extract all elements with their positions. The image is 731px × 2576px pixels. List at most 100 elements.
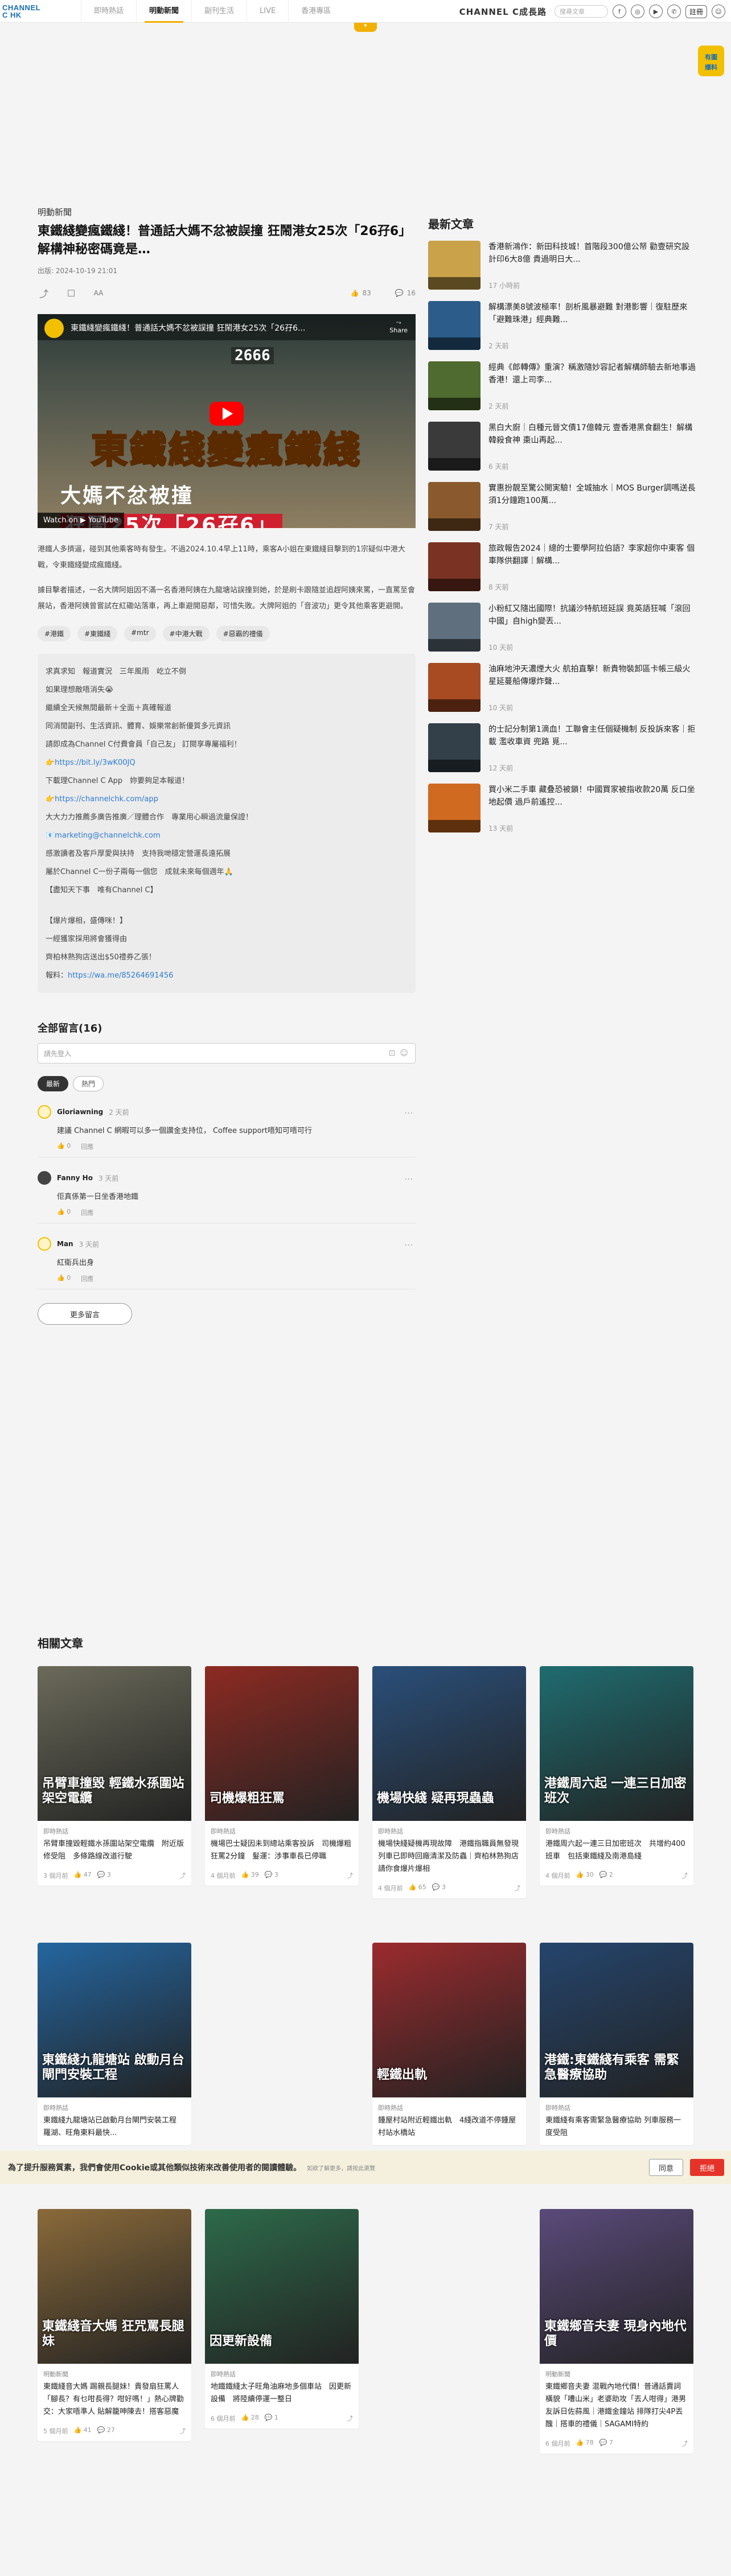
reply-button[interactable]: 回應 [81,1142,93,1151]
comment-user[interactable]: Fanny Ho [57,1174,93,1182]
latest-thumbnail[interactable] [428,482,481,531]
share-icon[interactable]: ⤴ [681,1871,688,1880]
comment-like-button[interactable]: 👍 0 [57,1274,71,1283]
related-article-title[interactable]: 吊臂車撞毀輕鐵水孫圍站架空電纜 附近版修受阻 多條路線改道行駛 [43,1838,186,1863]
comment-input[interactable]: 請先登入 ⊡ ☺ [38,1043,416,1064]
sort-popular[interactable]: 熱門 [73,1076,104,1091]
latest-thumbnail[interactable] [428,241,481,290]
latest-article-item[interactable]: 旅政報告2024｜總的士要學阿拉伯語？李家超你中東客 個車隊供翻譯｜解構... 8… [428,542,696,603]
facebook-icon[interactable]: f [612,5,626,18]
related-article-title[interactable]: 東鐵綫音大媽 踢親長腿妹！貴發扇狂罵人「腳長？有乜咁長得？咁好嗎！」熱心牌勸交：… [43,2381,186,2418]
comment-user[interactable]: Man [57,1240,73,1248]
tab-live[interactable]: LIVE [247,0,288,23]
related-image[interactable]: 港鐵周六起 一連三日加密班次 [540,1666,693,1821]
related-image[interactable]: 司機爆粗狂罵 [205,1666,359,1821]
related-section[interactable]: 即時熱話 [43,1827,186,1836]
related-section[interactable]: 即時熱話 [545,1827,688,1836]
register-button[interactable]: 註冊 [685,5,707,18]
latest-title[interactable]: 的士記分制第1滴血！工聯會主任個疑機制 反投訴來客｜拒載 濫收車資 兜路 覓..… [488,723,696,761]
related-card[interactable]: 東鐵綫音大媽 狂咒罵長腿妹 明動新聞 東鐵綫音大媽 踢親長腿妹！貴發扇狂罵人「腳長？… [38,2209,191,2441]
avatar[interactable] [38,1237,51,1251]
tab-hk-zone[interactable]: 香港專區 [288,0,343,23]
latest-thumbnail[interactable] [428,361,481,410]
related-section[interactable]: 即時熱話 [211,2369,353,2379]
whatsapp-tip-link[interactable]: https://wa.me/85264691456 [68,971,173,980]
related-section[interactable]: 即時熱話 [378,2103,520,2112]
related-card[interactable]: 港鐵周六起 一連三日加密班次即時熱話港鐵周六起一連三日加密班次 共增約400班車… [540,1666,693,1886]
latest-title[interactable]: 實惠扮靚至驚公開実驗！全城抽水｜MOS Burger調嗎送長 須1分鐘跑100萬… [488,482,696,520]
watch-on-youtube[interactable]: Watch on ▶ YouTube [38,513,124,528]
related-article-title[interactable]: 地鐵鐵綫太子旺角油麻地多個車站 因更新設備 將陸續停運一整日 [211,2381,353,2406]
more-options-icon[interactable]: ⋯ [404,1107,413,1118]
related-article-title[interactable]: 港鐵周六起一連三日加密班次 共增約400班車 包括東鐵綫及南港島綫 [545,1838,688,1863]
related-card[interactable]: 東鐵綫九龍塘站 啟動月台閘門安裝工程 即時熱話 東鐵綫九龍塘站已啟動月台閘門安裝工程… [38,1943,191,2145]
article-section[interactable]: 明動新聞 [38,206,416,218]
related-article-title[interactable]: 機場快綫疑機再現故障 港鐵指職員無發現 列車已即時回廠清潔及防蟲｜齊柏林熟狗店請… [378,1838,526,1876]
latest-title[interactable]: 解構漂美8號波極率！剖析風暴避難 對港影響｜復駐歷來「避難珠港」經典難... [488,301,696,339]
video-title[interactable]: 東鐵綫變瘋鐵綫！普通話大媽不忿被誤撞 狂鬧港女25次「26孖6... [71,324,305,333]
latest-article-item[interactable]: 解構漂美8號波極率！剖析風暴避難 對港影響｜復駐歷來「避難珠港」經典難... 2 … [428,301,696,361]
latest-title[interactable]: 黑白大廚｜白種元晉文債17億韓元 壹香港黑食翻生！解構韓殺食神 棗山再起... [488,422,696,459]
more-options-icon[interactable]: ⋯ [404,1239,413,1250]
related-card[interactable]: 機場快綫 疑再現蟲蟲 即時熱話 機場快綫疑機再現故障 港鐵指職員無發現 列車已即時回… [372,1666,526,1898]
related-image[interactable]: 東鐵綫音大媽 狂咒罵長腿妹 [38,2209,191,2364]
tag[interactable]: #中港大戰 [162,626,210,641]
related-image[interactable]: 輕鐵出軌 [372,1943,526,2097]
video-player[interactable]: 東鐵綫變瘋鐵綫！普通話大媽不忿被誤撞 狂鬧港女25次「26孖6... ⤳ Shar… [38,314,416,528]
youtube-icon[interactable]: ▶ [648,5,663,18]
membership-link[interactable]: 👉https://bit.ly/3wK00JQ [46,754,408,772]
channel-avatar[interactable] [44,319,64,338]
latest-article-item[interactable]: 油麻地沖天濃煙大火 航拍直擊！新貴物裝卸區卡帳三級火 星延蔓船傳爆炸聲... 10… [428,663,696,723]
related-card[interactable]: 司機爆粗狂罵 即時熱話 機場巴士疑因未到總站乘客投訴 司機爆粗狂罵2分鐘 髮運：涉事… [205,1666,359,1886]
like-icon[interactable]: 👍 [351,289,359,297]
related-section[interactable]: 即時熱話 [545,2103,688,2112]
comment-like-button[interactable]: 👍 0 [57,1208,71,1217]
user-icon[interactable]: ☺ [712,5,725,18]
latest-article-item[interactable]: 經典《郎轉傳》重演？稱激隨妙容記者解構師驗去新地事過香港！還上司李... 2 天前 [428,361,696,422]
instagram-icon[interactable]: ◎ [630,5,644,18]
sort-latest[interactable]: 最新 [38,1076,69,1091]
tab-news[interactable]: 明動新聞 [136,0,191,23]
comment-user[interactable]: Gloriawning [57,1108,103,1116]
reply-button[interactable]: 回應 [81,1208,93,1217]
related-image[interactable]: 吊臂車撞毀 輕鐵水孫圍站架空電纜 [38,1666,191,1821]
latest-thumbnail[interactable] [428,784,481,832]
latest-article-item[interactable]: 香港新鴻作：新田科技城！首階段300億公帑 勸壹研究設計印6大8億 貴過明日大.… [428,241,696,301]
latest-article-item[interactable]: 黑白大廚｜白種元晉文債17億韓元 壹香港黑食翻生！解構韓殺食神 棗山再起... 6… [428,422,696,482]
latest-article-item[interactable]: 小粉紅又隨出國際！抗議沙特航班延誤 竟英語狂喊「滾回中國」自high變丟... 1… [428,603,696,663]
tipoff-badge[interactable]: 有圖 爆料 [696,41,726,81]
latest-thumbnail[interactable] [428,663,481,712]
tag[interactable]: #東鐵綫 [77,626,118,641]
share-icon[interactable]: ⤴ [179,2426,186,2435]
gif-icon[interactable]: ⊡ [389,1049,396,1058]
tab-instant-hot[interactable]: 即時熱話 [81,0,136,23]
share-icon[interactable]: ⤴ [681,2439,688,2448]
related-image[interactable]: 因更新設備 [205,2209,359,2364]
related-section[interactable]: 即時熱話 [43,2103,186,2112]
latest-title[interactable]: 油麻地沖天濃煙大火 航拍直擊！新貴物裝卸區卡帳三級火 星延蔓船傳爆炸聲... [488,663,696,700]
share-icon[interactable]: ⤴ [179,1871,186,1880]
latest-article-item[interactable]: 買小米二手車 藏叠恐被鎖！中國買家被指收款20萬 反口坐地起價 過戶前遙控...… [428,784,696,844]
latest-title[interactable]: 小粉紅又隨出國際！抗議沙特航班延誤 竟英語狂喊「滾回中國」自high變丟... [488,603,696,640]
latest-title[interactable]: 經典《郎轉傳》重演？稱激隨妙容記者解構師驗去新地事過香港！還上司李... [488,361,696,399]
tag[interactable]: #惡霸的禮儀 [216,626,270,641]
video-share-button[interactable]: ⤳ Share [389,319,408,334]
related-article-title[interactable]: 東鐵綫有乘客需緊急醫療協助 列車服務一度受阻 [545,2115,688,2140]
related-image[interactable]: 東鐵鄉音夫妻 現身內地代價 [540,2209,693,2364]
channel-c-logo[interactable]: CHANNEL C HK [2,0,40,23]
latest-thumbnail[interactable] [428,603,481,652]
tab-lifestyle[interactable]: 副刊生活 [191,0,247,23]
latest-thumbnail[interactable] [428,301,481,350]
whatsapp-icon[interactable]: ✆ [667,5,681,18]
related-card[interactable]: 輕鐵出軌即時熱話鍾屋村站附近輕鐵出軌 4綫改道不停鍾屋村站水橋站 [372,1943,526,2145]
share-icon[interactable]: ⤴ [347,1871,353,1880]
cookie-accept-button[interactable]: 同意 [649,2159,683,2176]
bookmark-icon[interactable]: ☐ [65,287,77,299]
tag[interactable]: #港鐵 [38,626,71,641]
related-article-title[interactable]: 鍾屋村站附近輕鐵出軌 4綫改道不停鍾屋村站水橋站 [378,2115,520,2140]
app-link[interactable]: 👉https://channelchk.com/app [46,790,408,809]
related-image[interactable]: 機場快綫 疑再現蟲蟲 [372,1666,526,1821]
reply-button[interactable]: 回應 [81,1274,93,1283]
related-image[interactable]: 港鐵:東鐵綫有乘客 需緊急醫療協助 [540,1943,693,2097]
latest-thumbnail[interactable] [428,723,481,772]
